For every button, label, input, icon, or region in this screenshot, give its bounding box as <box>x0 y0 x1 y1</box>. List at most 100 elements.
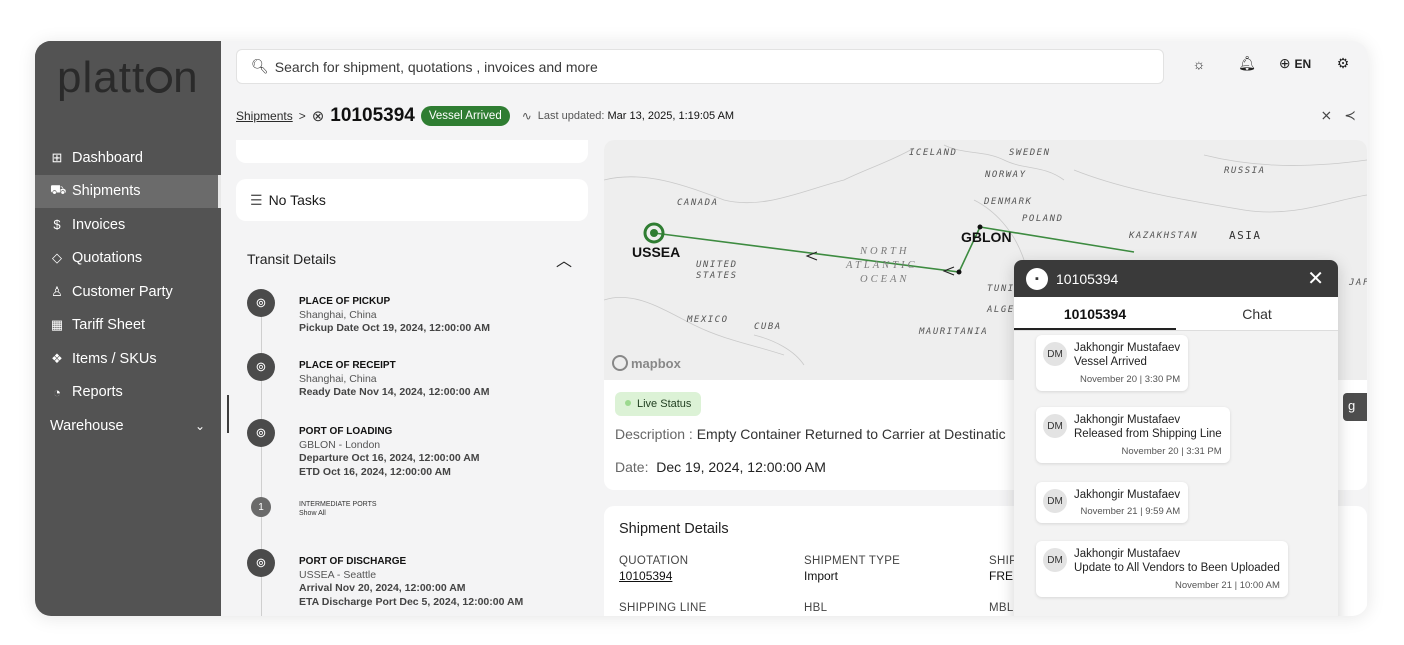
search-input[interactable]: 🔍︎ Search for shipment, quotations , inv… <box>236 49 1164 84</box>
activity-icon: ∿ <box>521 109 532 123</box>
pie-icon: ◔ <box>53 384 61 400</box>
shipment-details-title: Shipment Details <box>619 521 729 537</box>
avatar: DM <box>1043 548 1067 572</box>
stop-location: Shanghai, China <box>299 372 377 385</box>
detail-value-quotation[interactable]: 10105394 <box>619 569 672 583</box>
logo-text: platt <box>57 53 146 102</box>
gear-icon[interactable]: ⚙ <box>1319 55 1367 72</box>
stop-date: Pickup Date Oct 19, 2024, 12:00:00 AM <box>299 322 491 334</box>
logo-o-mark <box>146 67 173 93</box>
tab-shipment[interactable]: 10105394 <box>1014 297 1176 330</box>
box-icon: ❖ <box>51 350 63 366</box>
sidebar-item-label: Shipments <box>72 183 141 200</box>
message-time: November 20 | 3:31 PM <box>1121 446 1222 457</box>
share-icon[interactable]: ≺ <box>1344 107 1356 124</box>
sidebar-item-dashboard[interactable]: ⊞ Dashboard <box>35 141 221 175</box>
chat-panel: ▪ 10105394 ✕ 10105394 Chat DM Jakhongir … <box>1014 260 1338 616</box>
stop-arrival: Arrival Nov 20, 2024, 12:00:00 AM <box>299 582 466 594</box>
hide-route-icon[interactable]: ⨯ <box>1321 107 1333 124</box>
page-title: 10105394 <box>330 105 415 126</box>
collapsed-card <box>236 140 588 163</box>
chevron-down-icon: ⌄ <box>194 418 205 433</box>
logo-text-tail: n <box>173 53 199 102</box>
status-badge: Vessel Arrived <box>420 106 510 126</box>
chat-message: DM Jakhongir Mustafaev Vessel Arrived No… <box>1036 335 1189 391</box>
map-label-canada: CANADA <box>677 198 719 208</box>
close-icon[interactable]: ✕ <box>1307 266 1324 291</box>
sidebar-item-label: Warehouse <box>50 417 124 434</box>
chat-message-list[interactable]: DM Jakhongir Mustafaev Vessel Arrived No… <box>1014 331 1338 616</box>
live-status-label: Live Status <box>637 398 692 410</box>
status-action-button[interactable]: g <box>1343 393 1367 421</box>
users-icon: ♙ <box>51 283 63 299</box>
map-label-sweden: SWEDEN <box>1009 148 1051 158</box>
map-label-japan: JAF <box>1349 278 1367 288</box>
platton-logo[interactable]: platt n <box>57 53 221 123</box>
date-value: Dec 19, 2024, 12:00:00 AM <box>656 459 826 475</box>
theme-toggle-sun-icon[interactable]: ☼ <box>1175 56 1223 72</box>
table-icon: ▦ <box>50 317 64 333</box>
chat-message: DM Jakhongir Mustafaev Released from Shi… <box>1036 407 1230 463</box>
sidebar-item-shipments[interactable]: ⛟ Shipments <box>35 174 221 208</box>
avatar: DM <box>1043 414 1067 438</box>
breadcrumb: Shipments > ⊗ 10105394 Vessel Arrived ∿ … <box>236 105 734 127</box>
tasks-card[interactable]: ☰ No Tasks <box>236 179 588 221</box>
detail-label-mbl: MBL <box>989 602 1014 614</box>
sidebar-item-reports[interactable]: ◔ Reports <box>35 376 221 410</box>
breadcrumb-shipments-link[interactable]: Shipments <box>236 109 293 123</box>
map-label-mexico: MEXICO <box>687 315 729 325</box>
stop-title: PORT OF DISCHARGE <box>299 556 407 567</box>
last-updated-label: Last updated: <box>537 110 605 122</box>
map-label-cuba: CUBA <box>754 322 782 332</box>
map-label-denmark: DENMARK <box>984 197 1033 207</box>
description-label: Description : <box>615 426 693 442</box>
map-label-iceland: ICELAND <box>909 148 958 158</box>
chevron-up-icon[interactable]: ︿ <box>556 247 572 271</box>
sidebar-item-items-skus[interactable]: ❖ Items / SKUs <box>35 342 221 376</box>
location-pin-icon: ⊚ <box>247 549 275 577</box>
date-label: Date: <box>615 459 649 475</box>
chat-message: DM Jakhongir Mustafaev November 21 | 9:5… <box>1036 482 1189 523</box>
tab-chat[interactable]: Chat <box>1176 297 1338 330</box>
mapbox-logo-icon <box>612 355 628 371</box>
stop-location: Shanghai, China <box>299 308 377 321</box>
breadcrumb-actions: ⨯ ≺ <box>1321 107 1356 124</box>
scrollbar-thumb[interactable] <box>227 395 229 433</box>
tasks-icon: ☰ <box>250 191 263 208</box>
sidebar-item-invoices[interactable]: $ Invoices <box>35 208 221 242</box>
last-updated: Last updated: Mar 13, 2025, 1:19:05 AM <box>538 110 734 122</box>
sidebar-nav: ⊞ Dashboard ⛟ Shipments $ Invoices ◇ Quotati… <box>35 141 221 443</box>
breadcrumb-separator: > <box>298 109 306 123</box>
truck-icon: ⛟ <box>50 182 67 198</box>
sidebar-item-customer-party[interactable]: ♙ Customer Party <box>35 275 221 309</box>
chat-title: 10105394 <box>1056 270 1119 287</box>
dollar-icon: $ <box>53 217 61 233</box>
map-label-united-states: UNITED STATES <box>696 260 738 281</box>
mapbox-attribution[interactable]: mapbox <box>612 355 681 371</box>
location-pin-icon: ⊚ <box>247 289 275 317</box>
stop-title: PORT OF LOADING <box>299 426 393 437</box>
detail-label-hbl: HBL <box>804 602 828 614</box>
sidebar-item-warehouse[interactable]: Warehouse ⌄ <box>35 409 221 443</box>
detail-label-quotation: QUOTATION <box>619 555 689 567</box>
topbar-actions: ☼ 🔔︎ ⊕ EN ⚙ <box>1175 55 1367 72</box>
map-label-ocean-3: OCEAN <box>860 274 910 285</box>
sidebar-item-label: Customer Party <box>72 283 173 300</box>
sidebar-item-label: Tariff Sheet <box>72 317 146 334</box>
stop-etd: ETD Oct 16, 2024, 12:00:00 AM <box>299 465 451 478</box>
sidebar-item-tariff-sheet[interactable]: ▦ Tariff Sheet <box>35 309 221 343</box>
chat-message: DM Jakhongir Mustafaev Update to All Ven… <box>1036 541 1288 597</box>
bell-icon[interactable]: 🔔︎ <box>1223 55 1271 72</box>
sidebar-item-label: Quotations <box>72 250 143 267</box>
sidebar-item-quotations[interactable]: ◇ Quotations <box>35 242 221 276</box>
message-text: Update to All Vendors to Been Uploaded <box>1074 562 1280 574</box>
mapbox-label: mapbox <box>631 355 681 371</box>
message-author: Jakhongir Mustafaev <box>1074 548 1181 560</box>
tasks-label: No Tasks <box>268 192 326 208</box>
language-button[interactable]: ⊕ EN <box>1271 55 1319 72</box>
message-text: Vessel Arrived <box>1074 356 1147 368</box>
show-all-link[interactable]: Show All <box>299 509 377 518</box>
search-icon: 🔍︎ <box>251 58 269 74</box>
location-pin-icon: ⊚ <box>247 419 275 447</box>
intermediate-count: 1 <box>251 497 271 517</box>
